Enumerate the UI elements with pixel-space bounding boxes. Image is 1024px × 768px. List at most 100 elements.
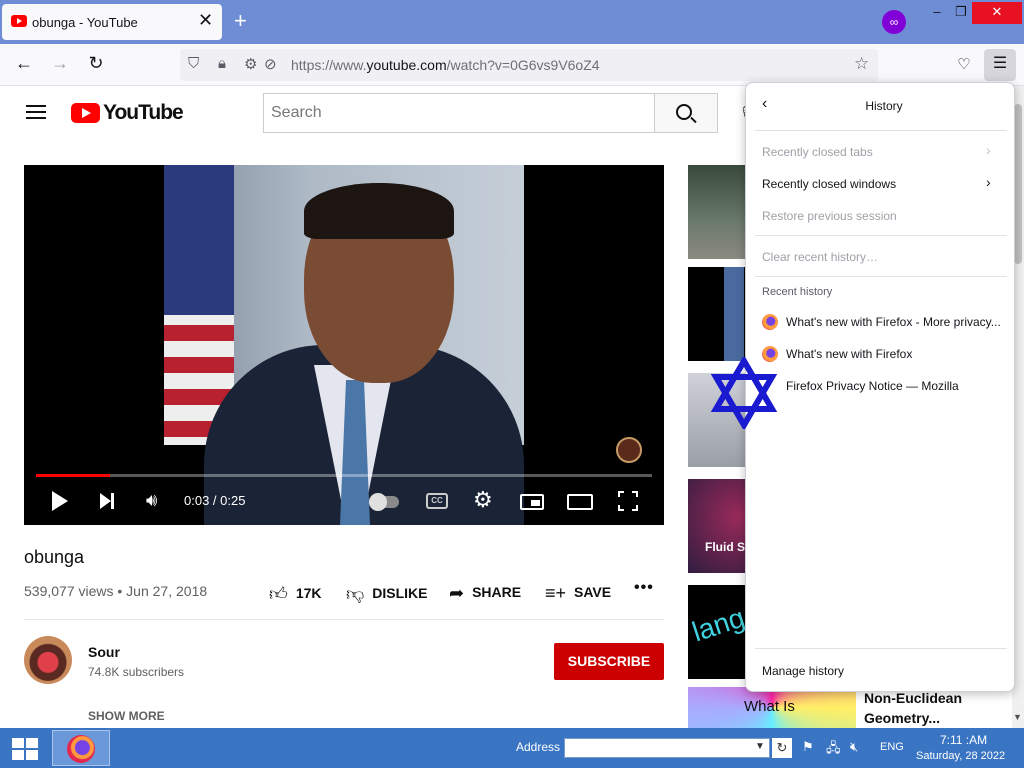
chevron-right-icon: › [986, 174, 991, 190]
tab-youtube[interactable]: obunga - YouTube ✕ [2, 4, 222, 40]
guide-menu-icon[interactable] [26, 105, 46, 119]
history-item[interactable]: Firefox Privacy Notice — Mozilla [786, 379, 959, 393]
address-go-icon[interactable]: ↻ [772, 738, 792, 758]
tab-strip: obunga - YouTube ✕ + ∞ – ❐ ✕ [0, 0, 1024, 44]
thumbnail-text: Fluid Si [705, 540, 749, 554]
tracking-blocked-icon[interactable]: ⊘ [264, 55, 277, 73]
youtube-logo-text[interactable]: YouTube [103, 101, 184, 125]
channel-watermark-icon[interactable] [616, 437, 642, 463]
star-overlay-icon [710, 357, 778, 429]
address-toolbar-input[interactable]: ▼ [564, 738, 770, 758]
history-item[interactable]: What's new with Firefox - More privacy..… [786, 315, 1001, 329]
recently-closed-windows-item[interactable]: Recently closed windows [762, 177, 896, 191]
dislike-button[interactable]: 👎︎ DISLIKE [346, 583, 428, 605]
lock-icon[interactable]: 🔒︎ [218, 55, 226, 72]
miniplayer-icon[interactable] [520, 494, 544, 510]
clock-time[interactable]: 7:11 :AM [940, 733, 987, 747]
share-button[interactable]: ➦ SHARE [449, 583, 521, 604]
volume-icon[interactable]: 🔊︎ [146, 490, 157, 511]
taskbar-firefox-button[interactable] [52, 730, 110, 766]
clock-date[interactable]: Saturday, 28 2022 [916, 750, 1005, 762]
close-tab-icon[interactable]: ✕ [198, 10, 213, 31]
video-metadata: 539,077 views • Jun 27, 2018 [24, 583, 208, 599]
firefox-icon [762, 314, 778, 330]
url-bar[interactable]: ⛉ 🔒︎ ⚙ ⊘ https://www.youtube.com/watch?v… [180, 49, 878, 81]
save-button[interactable]: ≡+ SAVE [545, 583, 611, 604]
person-hair [304, 183, 454, 239]
like-button[interactable]: 👍︎ 17K [269, 583, 322, 605]
new-tab-button[interactable]: + [234, 8, 247, 34]
video-frame [164, 165, 524, 525]
search-box [263, 93, 655, 133]
thumbs-up-icon: 👍︎ [269, 584, 288, 604]
chevron-right-icon: › [986, 142, 991, 158]
fullscreen-icon[interactable] [618, 491, 638, 511]
recent-history-header: Recent history [762, 286, 833, 298]
divider [755, 130, 1007, 131]
forward-icon[interactable]: → [48, 53, 72, 74]
permissions-icon[interactable]: ⚙ [244, 55, 257, 73]
pocket-icon[interactable]: ♡ [952, 55, 976, 73]
related-video-title[interactable]: Non-Euclidean Geometry... [864, 688, 1004, 728]
close-window-button[interactable]: ✕ [972, 2, 1022, 24]
bookmark-star-icon[interactable]: ☆ [854, 54, 869, 74]
time-display: 0:03 / 0:25 [184, 493, 246, 508]
thumbnail-text: What Is [744, 698, 795, 715]
subscribe-button[interactable]: SUBSCRIBE [554, 643, 664, 680]
search-input[interactable] [264, 94, 654, 132]
history-item[interactable]: What's new with Firefox [786, 347, 912, 361]
channel-avatar[interactable] [24, 636, 72, 684]
thumbs-down-icon: 👎︎ [346, 584, 365, 604]
play-icon[interactable] [52, 491, 68, 511]
theater-mode-icon[interactable] [567, 494, 593, 510]
language-indicator[interactable]: ENG [880, 741, 904, 753]
recently-closed-tabs-item[interactable]: Recently closed tabs [762, 145, 873, 159]
flag-canton [164, 165, 234, 315]
scrollbar-thumb[interactable] [1014, 104, 1022, 264]
volume-muted-icon[interactable]: 🔇︎ [850, 739, 858, 755]
autoplay-knob [369, 493, 387, 511]
show-more-button[interactable]: SHOW MORE [88, 709, 165, 723]
search-button[interactable] [654, 93, 718, 133]
captions-icon[interactable]: CC [426, 493, 448, 509]
progress-bar[interactable] [36, 474, 652, 477]
divider [755, 235, 1007, 236]
back-icon[interactable]: ← [12, 53, 36, 74]
more-actions-icon[interactable]: ••• [634, 579, 654, 597]
windows-start-icon[interactable] [12, 738, 38, 760]
panel-title: History [865, 99, 903, 113]
next-icon[interactable] [100, 493, 114, 509]
divider [755, 648, 1007, 649]
settings-gear-icon[interactable]: ⚙ [473, 487, 493, 513]
address-toolbar-label: Address [516, 740, 561, 754]
video-player[interactable]: 🔊︎ 0:03 / 0:25 CC ⚙ [24, 165, 664, 525]
reload-icon[interactable]: ↻ [84, 53, 108, 74]
channel-name[interactable]: Sour [88, 644, 120, 660]
private-browsing-icon: ∞ [882, 10, 906, 34]
shield-icon[interactable]: ⛉ [188, 55, 199, 72]
clear-history-item[interactable]: Clear recent history… [762, 250, 878, 264]
progress-fill [36, 474, 110, 477]
thumbnail-text: lang [688, 601, 749, 648]
navigation-toolbar: ← → ↻ ⛉ 🔒︎ ⚙ ⊘ https://www.youtube.com/w… [0, 44, 1024, 86]
divider [755, 276, 1007, 277]
video-title: obunga [24, 547, 85, 567]
search-icon [676, 104, 692, 120]
firefox-icon [67, 735, 95, 763]
subscriber-count: 74.8K subscribers [88, 665, 185, 679]
share-icon: ➦ [449, 583, 465, 603]
network-warning-icon[interactable]: ⚑ [802, 739, 814, 755]
url-text[interactable]: https://www.youtube.com/watch?v=0G6vs9V6… [291, 57, 600, 73]
scroll-down-arrow-icon[interactable]: ▼ [1013, 712, 1022, 722]
network-icon[interactable]: 🖧︎ [826, 739, 841, 761]
autoplay-toggle[interactable] [369, 493, 399, 511]
restore-session-item[interactable]: Restore previous session [762, 209, 897, 223]
playlist-add-icon: ≡+ [545, 583, 567, 603]
app-menu-icon[interactable]: ☰ [984, 49, 1016, 81]
youtube-logo-icon[interactable] [71, 103, 100, 123]
manage-history-item[interactable]: Manage history [762, 664, 844, 678]
taskbar: Address ▼ ↻ ⚑ 🖧︎ 🔇︎ ENG 7:11 :AM Saturda… [0, 728, 1024, 768]
chevron-down-icon[interactable]: ▼ [755, 741, 765, 752]
tab-title: obunga - YouTube [32, 15, 138, 30]
related-video-thumbnail[interactable]: What Is [688, 687, 856, 728]
